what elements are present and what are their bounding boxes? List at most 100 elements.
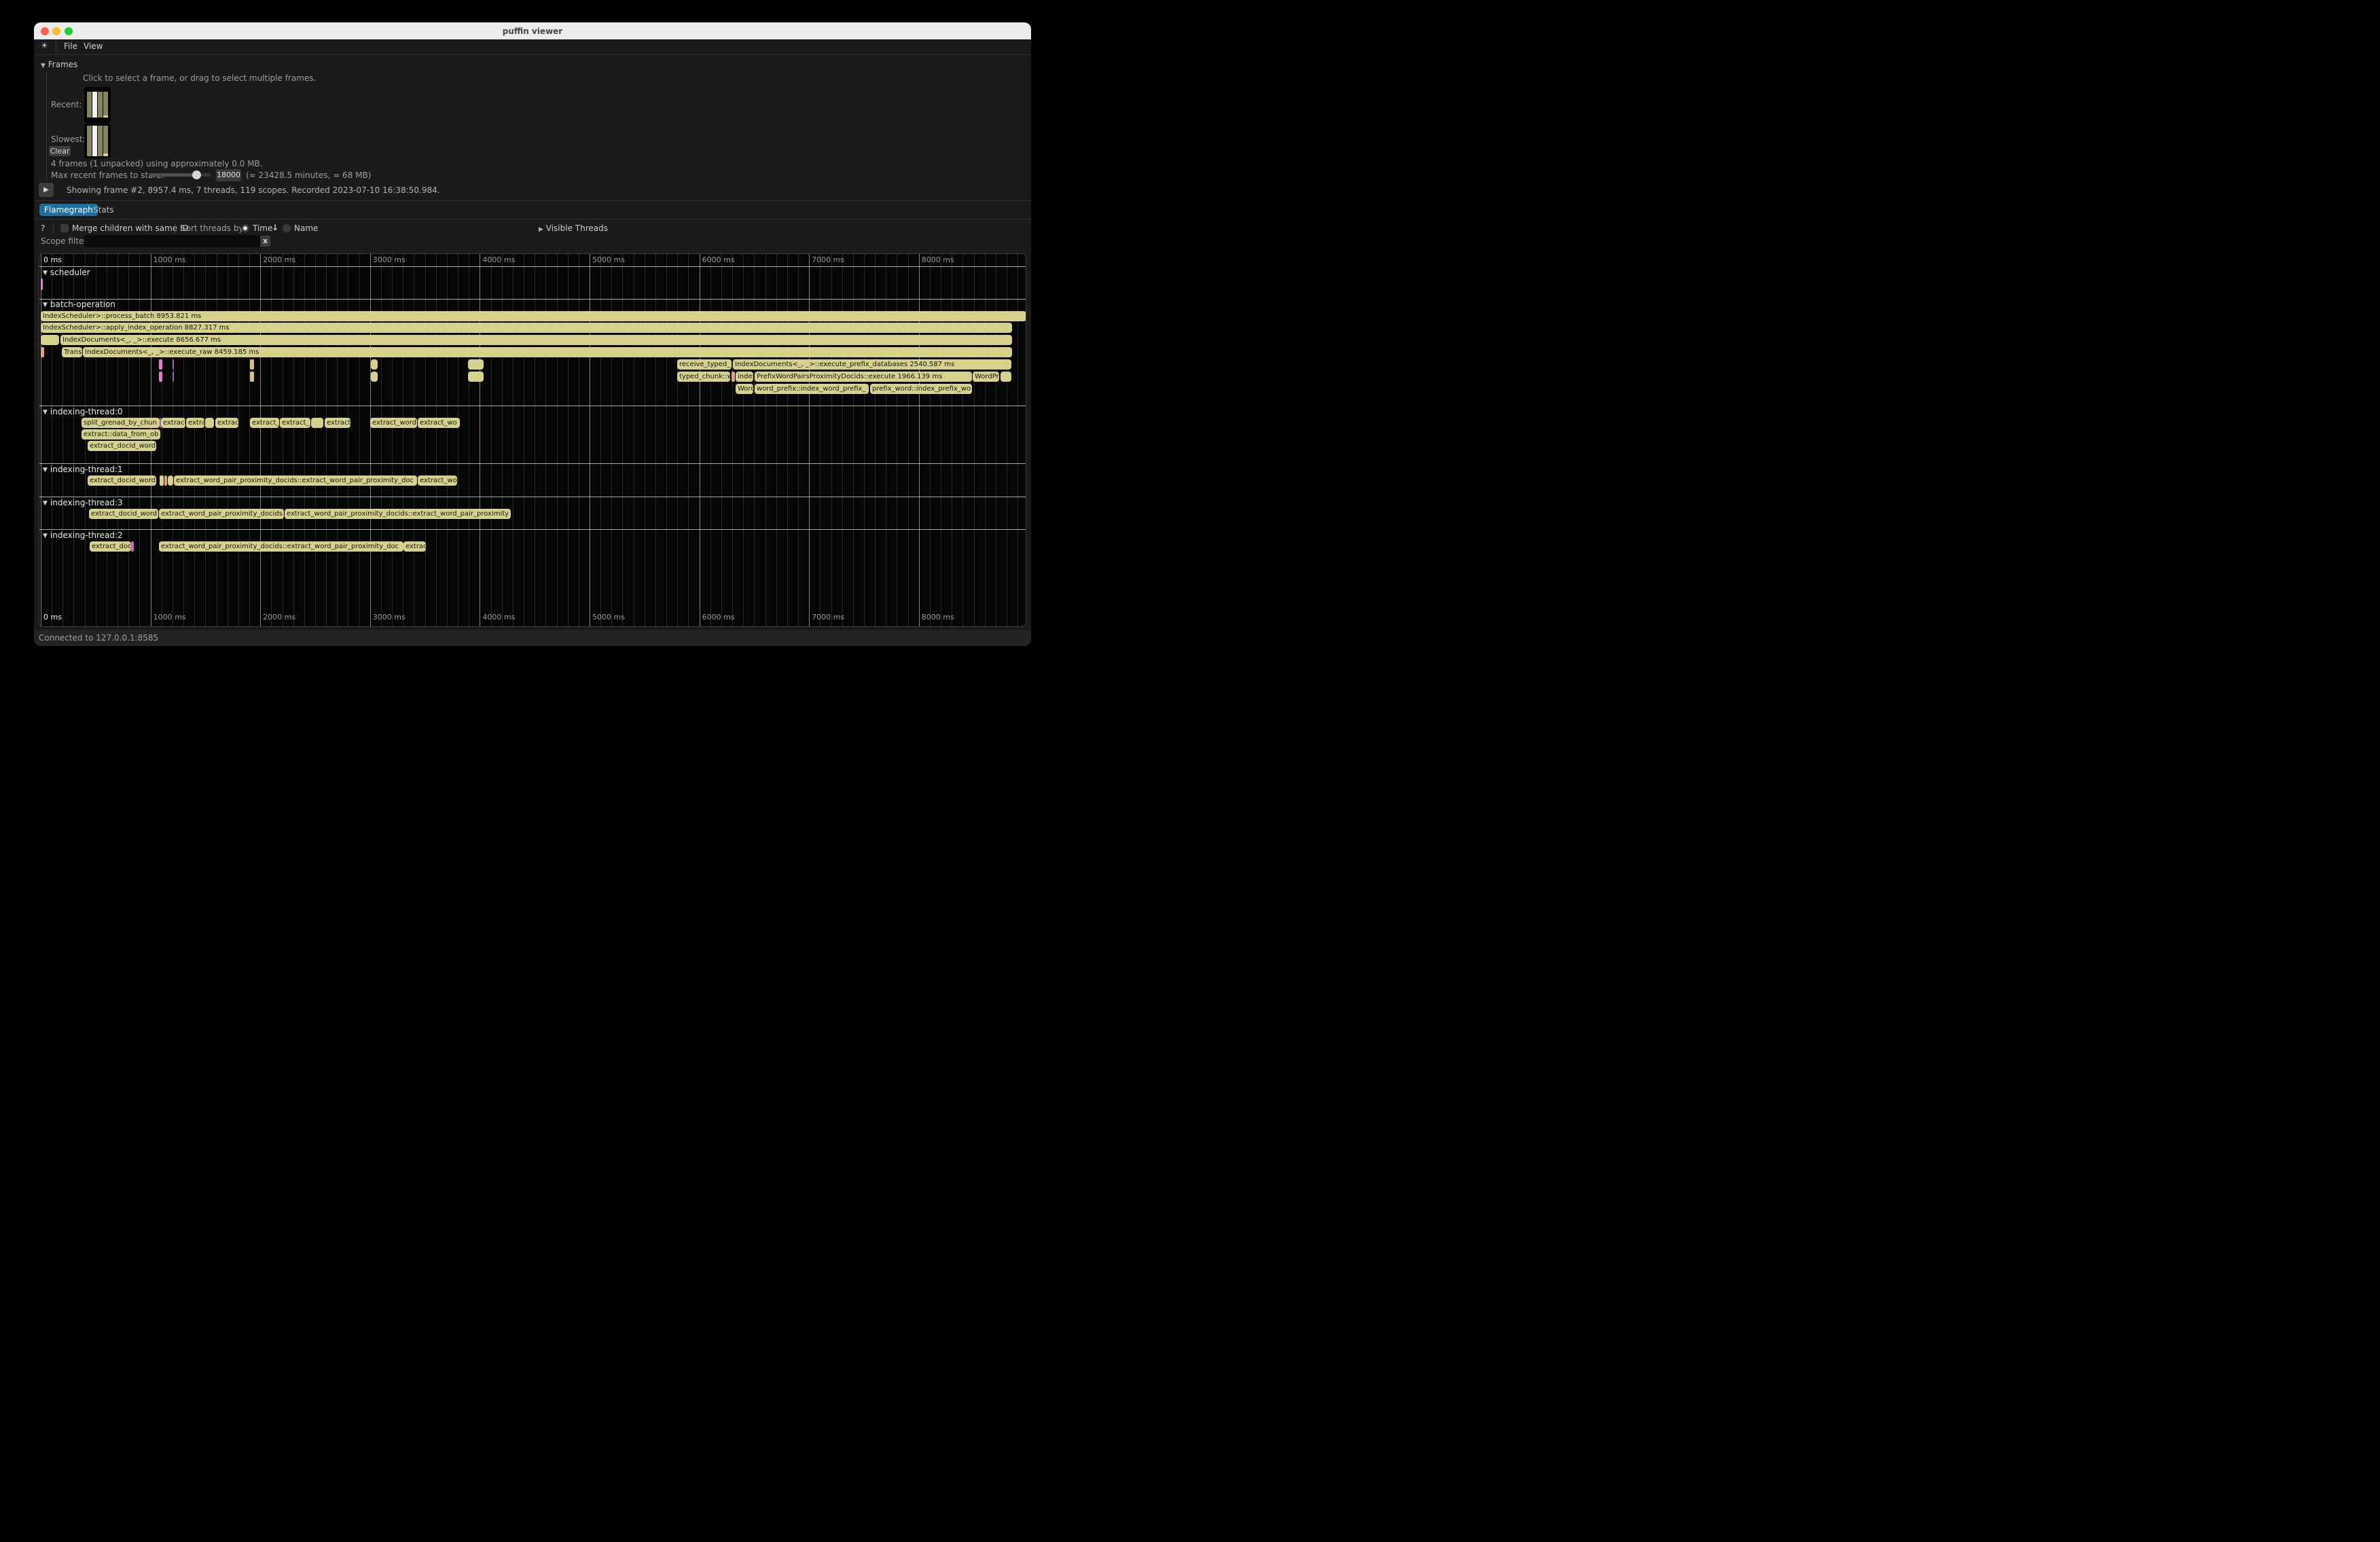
- axis-tick-label: 7000 ms: [812, 255, 844, 264]
- scope-bar[interactable]: extract_: [280, 418, 310, 428]
- scope-bar[interactable]: extrac: [403, 541, 426, 552]
- scope-bar[interactable]: prefix_word::index_prefix_wo: [870, 384, 972, 394]
- scope-filter-input[interactable]: [84, 235, 260, 247]
- play-button[interactable]: ▶: [39, 183, 54, 197]
- scope-bar[interactable]: Word: [736, 384, 753, 394]
- scope-bar[interactable]: [173, 359, 174, 370]
- scope-bar[interactable]: extract_docid_word: [88, 476, 156, 486]
- scope-bar[interactable]: [311, 418, 323, 428]
- scope-bar[interactable]: extract: [325, 418, 350, 428]
- frame-bar[interactable]: [98, 126, 103, 156]
- thread-header-indexing-thread:2[interactable]: ▼indexing-thread:2: [43, 531, 123, 540]
- frame-bar[interactable]: [103, 92, 108, 118]
- scope-bar[interactable]: extract_word_pair_proximity_docids: [159, 509, 284, 519]
- max-frames-slider-knob[interactable]: [192, 171, 201, 179]
- scope-bar[interactable]: [173, 372, 174, 382]
- tab-stats[interactable]: Stats: [88, 204, 119, 216]
- thread-header-batch-operation[interactable]: ▼batch-operation: [43, 300, 115, 309]
- gridline-minor: [831, 254, 832, 626]
- scope-bar[interactable]: split_grenad_by_chun: [82, 418, 160, 428]
- scope-bar[interactable]: extract_word_pair_proximity_docids::extr…: [174, 476, 417, 486]
- scope-bar[interactable]: index: [736, 372, 753, 382]
- frames-section-header[interactable]: ▼ Frames: [41, 60, 77, 69]
- section-separator: [39, 529, 1026, 530]
- scope-bar[interactable]: [371, 372, 378, 382]
- scope-bar[interactable]: extra: [186, 418, 204, 428]
- scope-bar[interactable]: [41, 335, 59, 345]
- scope-bar[interactable]: [205, 418, 214, 428]
- menu-file[interactable]: File: [64, 41, 77, 51]
- clear-filter-button[interactable]: x: [260, 236, 270, 247]
- scope-bar[interactable]: [159, 359, 162, 370]
- scope-bar[interactable]: extract_word_pair_proximity_docids::extr…: [159, 541, 403, 552]
- merge-children-checkbox[interactable]: [60, 224, 69, 232]
- gridline-minor: [447, 254, 448, 626]
- max-frames-value[interactable]: 18000: [216, 169, 241, 181]
- scope-bar[interactable]: IndexScheduler>::process_batch 8953.821 …: [41, 311, 1026, 321]
- sort-direction-icon[interactable]: ↓: [272, 223, 278, 232]
- recent-frames-thumbnail[interactable]: [84, 87, 111, 123]
- scope-bar[interactable]: extract_wo: [418, 418, 460, 428]
- scope-bar[interactable]: WordPr: [973, 372, 999, 382]
- scope-bar[interactable]: extract_word: [370, 418, 417, 428]
- sort-name-radio[interactable]: [283, 224, 291, 232]
- scope-bar[interactable]: [168, 476, 173, 486]
- thread-header-scheduler[interactable]: ▼scheduler: [43, 268, 90, 277]
- scope-bar[interactable]: [41, 279, 43, 290]
- scope-bar[interactable]: [250, 359, 254, 370]
- scope-bar[interactable]: [159, 372, 162, 382]
- thread-header-indexing-thread:0[interactable]: ▼indexing-thread:0: [43, 407, 123, 416]
- gridline-minor: [491, 254, 492, 626]
- frame-bar-selected[interactable]: [92, 92, 97, 118]
- frame-bar[interactable]: [87, 92, 92, 118]
- help-button[interactable]: ?: [41, 223, 45, 233]
- thread-header-indexing-thread:1[interactable]: ▼indexing-thread:1: [43, 465, 123, 474]
- frame-bar[interactable]: [103, 126, 108, 156]
- sort-time-radio[interactable]: [241, 224, 249, 232]
- axis-tick-label: 5000 ms: [592, 613, 625, 622]
- frame-bar[interactable]: [87, 126, 92, 156]
- scope-bar[interactable]: Trans: [62, 347, 82, 357]
- scope-bar[interactable]: extract_docid_word: [89, 509, 158, 519]
- scope-bar[interactable]: IndexScheduler>::apply_index_operation 8…: [41, 323, 1012, 333]
- gridline-minor: [249, 254, 250, 626]
- gridline-minor: [304, 254, 305, 626]
- slowest-frames-thumbnail[interactable]: [84, 124, 111, 158]
- scope-bar[interactable]: extract_doc: [90, 541, 131, 552]
- scope-bar[interactable]: IndexDocuments<_, _>::execute_prefix_dat…: [733, 359, 1011, 370]
- scope-bar[interactable]: [1000, 372, 1011, 382]
- scope-bar[interactable]: [131, 541, 134, 552]
- scope-bar[interactable]: IndexDocuments<_, _>::execute 8656.677 m…: [60, 335, 1012, 345]
- scope-bar[interactable]: IndexDocuments<_, _>::execute_raw 8459.1…: [83, 347, 1012, 357]
- clear-button[interactable]: Clear: [49, 146, 71, 156]
- scope-bar[interactable]: extrac: [215, 418, 238, 428]
- scope-bar[interactable]: [41, 347, 44, 357]
- scope-bar[interactable]: [250, 372, 254, 382]
- visible-threads-toggle[interactable]: ▶ Visible Threads: [539, 223, 608, 233]
- scope-bar[interactable]: [468, 359, 484, 370]
- scope-bar[interactable]: word_prefix::index_word_prefix_: [755, 384, 869, 394]
- thread-header-indexing-thread:3[interactable]: ▼indexing-thread:3: [43, 498, 123, 507]
- scope-bar[interactable]: [160, 476, 164, 486]
- max-frames-slider-tail[interactable]: [202, 173, 211, 177]
- menu-view[interactable]: View: [84, 41, 103, 51]
- scope-bar[interactable]: extract_: [250, 418, 279, 428]
- scope-bar[interactable]: typed_chunk::w: [677, 372, 730, 382]
- scope-bar[interactable]: extract::data_from_ob: [82, 429, 160, 440]
- theme-toggle-icon[interactable]: ☀: [41, 41, 48, 50]
- scope-bar[interactable]: extract_word_pair_proximity_docids::extr…: [285, 509, 511, 519]
- scope-bar[interactable]: extract_wo: [418, 476, 457, 486]
- scope-bar[interactable]: [164, 476, 167, 486]
- frame-bar-selected[interactable]: [92, 126, 97, 156]
- collapse-icon: ▼: [43, 270, 48, 276]
- scope-bar[interactable]: PrefixWordPairsProximityDocids::execute …: [755, 372, 972, 382]
- flamegraph-canvas[interactable]: 0 ms0 ms1000 ms1000 ms2000 ms2000 ms3000…: [39, 253, 1026, 627]
- scope-bar[interactable]: receive_typed_: [677, 359, 732, 370]
- section-separator: [39, 463, 1026, 464]
- scope-bar[interactable]: [371, 359, 378, 370]
- scope-bar[interactable]: extract: [161, 418, 185, 428]
- scope-bar[interactable]: [468, 372, 484, 382]
- scope-bar[interactable]: [732, 372, 735, 382]
- frame-bar[interactable]: [98, 92, 103, 118]
- scope-bar[interactable]: extract_docid_word: [88, 441, 156, 451]
